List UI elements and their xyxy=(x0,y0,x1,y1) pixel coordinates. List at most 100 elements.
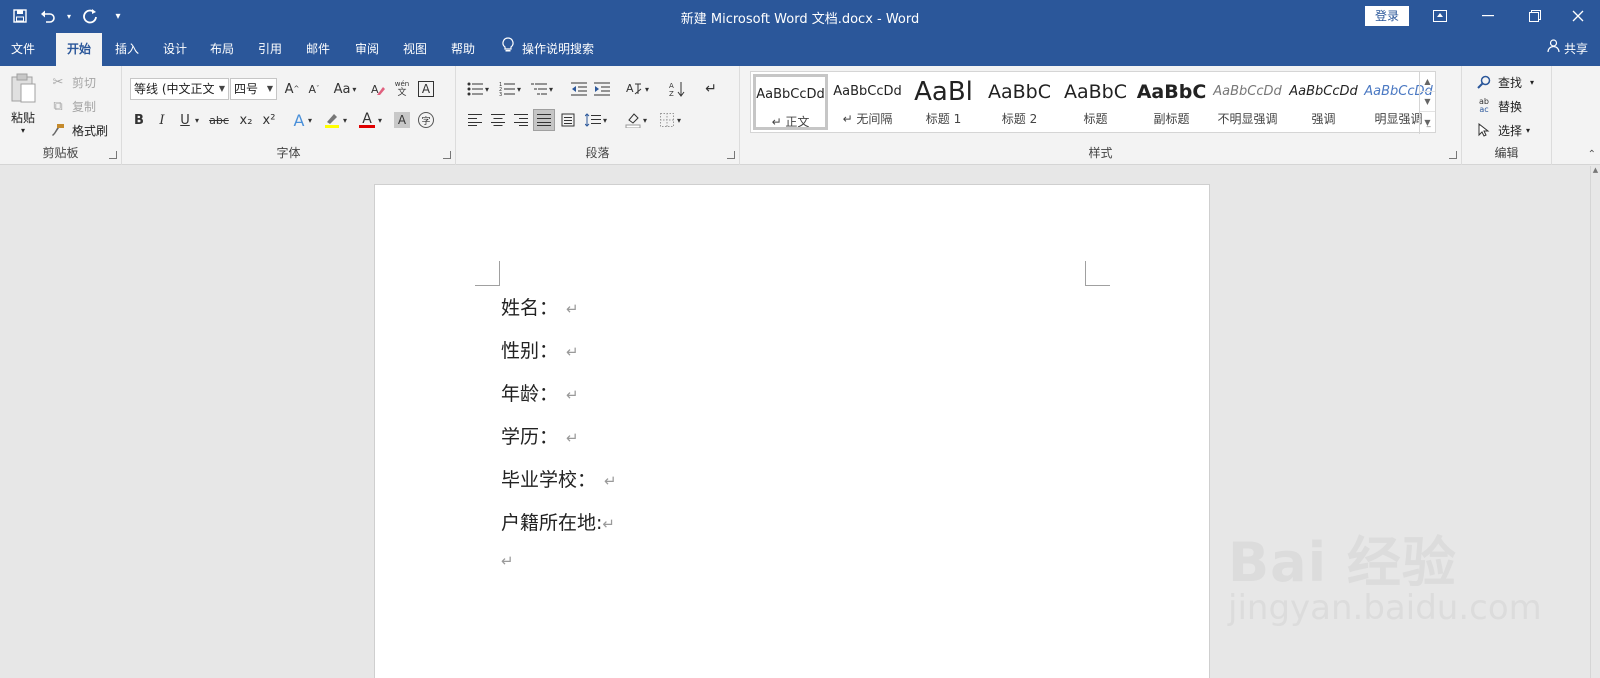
document-line[interactable]: 户籍所在地:↵ xyxy=(501,508,615,535)
document-line[interactable]: ↵ xyxy=(501,549,514,571)
font-launcher-icon[interactable] xyxy=(443,151,451,159)
gallery-more-icon[interactable]: ▼̲ xyxy=(1420,112,1435,132)
styles-launcher-icon[interactable] xyxy=(1449,151,1457,159)
paste-label: 粘贴 xyxy=(10,111,35,125)
tab-design[interactable]: 设计 xyxy=(152,33,198,66)
minimize-icon[interactable] xyxy=(1465,0,1511,32)
document-page[interactable]: 姓名： ↵ 性别： ↵ 年龄： ↵ 学历： ↵ 毕业学校： ↵ 户籍所在地:↵ ↵ xyxy=(374,184,1210,678)
character-shading-icon[interactable]: A xyxy=(391,109,413,131)
document-line[interactable]: 学历： ↵ xyxy=(501,422,579,449)
phonetic-guide-icon[interactable]: wén 文 xyxy=(391,78,413,100)
collapse-ribbon-icon[interactable]: ⌃ xyxy=(1588,149,1596,160)
share-button[interactable]: 共享 xyxy=(1547,33,1588,66)
change-case-icon[interactable]: Aa ▾ xyxy=(329,78,361,100)
style-no-spacing[interactable]: AaBbCcDd ↵ 无间隔 xyxy=(830,74,905,130)
character-border-icon[interactable]: A xyxy=(415,78,437,100)
bold-icon[interactable]: B xyxy=(128,109,150,131)
gallery-up-icon[interactable]: ▲ xyxy=(1420,72,1435,92)
line-spacing-dropdown-icon[interactable]: ▾ xyxy=(600,109,610,131)
tab-home[interactable]: 开始 xyxy=(56,33,102,66)
style-heading-2[interactable]: AaBbC 标题 2 xyxy=(982,74,1057,130)
font-size-dropdown-icon[interactable]: ▼ xyxy=(267,79,273,99)
close-icon[interactable] xyxy=(1556,0,1600,32)
cut-button[interactable]: ✂ 剪切 xyxy=(48,72,96,92)
font-size-combo[interactable]: 四号 ▼ xyxy=(230,78,277,100)
watermark-main: Bai 经验 xyxy=(1228,531,1457,594)
style-preview: AaBbCcDd xyxy=(756,87,825,102)
align-center-icon[interactable] xyxy=(487,109,509,131)
subscript-icon[interactable]: x₂ xyxy=(235,109,257,131)
login-button[interactable]: 登录 xyxy=(1365,6,1409,26)
style-heading-1[interactable]: AaBl 标题 1 xyxy=(906,74,981,130)
align-left-icon[interactable] xyxy=(464,109,486,131)
document-line[interactable]: 毕业学校： ↵ xyxy=(501,465,617,492)
style-subtitle[interactable]: AaBbC 副标题 xyxy=(1134,74,1209,130)
bullets-dropdown-icon[interactable]: ▾ xyxy=(482,78,492,100)
tab-view[interactable]: 视图 xyxy=(392,33,438,66)
strikethrough-icon[interactable]: abc xyxy=(205,109,233,131)
clipboard-launcher-icon[interactable] xyxy=(109,151,117,159)
font-color-dropdown-icon[interactable]: ▾ xyxy=(375,109,385,131)
align-right-icon[interactable] xyxy=(510,109,532,131)
copy-button[interactable]: ⧉ 复制 xyxy=(48,96,96,116)
paste-button[interactable]: 粘贴 ▾ xyxy=(6,72,40,135)
sort-icon[interactable]: AZ xyxy=(666,78,688,100)
underline-dropdown-icon[interactable]: ▾ xyxy=(192,109,202,131)
style-subtle-emphasis[interactable]: AaBbCcDd 不明显强调 xyxy=(1210,74,1285,130)
distributed-icon[interactable] xyxy=(557,109,579,131)
increase-indent-icon[interactable] xyxy=(591,78,613,100)
copy-icon: ⧉ xyxy=(53,98,63,114)
select-dropdown-icon[interactable]: ▾ xyxy=(1526,126,1530,135)
scroll-up-icon[interactable]: ▲ xyxy=(1591,166,1600,174)
restore-icon[interactable] xyxy=(1512,0,1558,32)
enclose-characters-icon[interactable]: 字 xyxy=(415,109,437,131)
font-name-combo[interactable]: 等线 (中文正文 ▼ xyxy=(130,78,229,100)
tab-references[interactable]: 引用 xyxy=(247,33,293,66)
document-line[interactable]: 性别： ↵ xyxy=(501,336,579,363)
ribbon-display-options-icon[interactable] xyxy=(1417,0,1463,32)
style-normal[interactable]: AaBbCcDd ↵ 正文 xyxy=(753,74,828,130)
tell-me-search[interactable]: 操作说明搜索 xyxy=(502,33,594,66)
highlight-dropdown-icon[interactable]: ▾ xyxy=(340,109,350,131)
asian-layout-dropdown-icon[interactable]: ▾ xyxy=(642,78,652,100)
paragraph-launcher-icon[interactable] xyxy=(727,151,735,159)
tab-file[interactable]: 文件 xyxy=(0,33,46,66)
tab-layout[interactable]: 布局 xyxy=(199,33,245,66)
tab-mailings[interactable]: 邮件 xyxy=(295,33,341,66)
show-marks-icon[interactable]: ↵ xyxy=(700,78,722,100)
borders-dropdown-icon[interactable]: ▾ xyxy=(674,109,684,131)
italic-icon[interactable]: I xyxy=(151,109,173,131)
vertical-scrollbar[interactable]: ▲ xyxy=(1590,166,1600,678)
style-name: 标题 xyxy=(1083,112,1108,126)
watermark-url: jingyan.baidu.com xyxy=(1228,588,1542,628)
document-line[interactable]: 年龄： ↵ xyxy=(501,379,579,406)
svg-text:3: 3 xyxy=(499,92,502,96)
shading-dropdown-icon[interactable]: ▾ xyxy=(640,109,650,131)
font-name-dropdown-icon[interactable]: ▼ xyxy=(219,79,225,99)
clear-formatting-icon[interactable]: A xyxy=(367,78,389,100)
document-line[interactable]: 姓名： ↵ xyxy=(501,293,579,320)
superscript-icon[interactable]: x² xyxy=(258,109,280,131)
select-button[interactable]: 选择 ▾ xyxy=(1474,120,1530,140)
tab-review[interactable]: 审阅 xyxy=(344,33,390,66)
justify-icon[interactable] xyxy=(533,109,555,131)
gallery-down-icon[interactable]: ▼ xyxy=(1420,92,1435,112)
enclose-label: 字 xyxy=(418,112,434,128)
format-painter-button[interactable]: 格式刷 xyxy=(48,120,108,140)
tab-insert[interactable]: 插入 xyxy=(104,33,150,66)
grow-font-icon[interactable]: A ^ xyxy=(281,78,303,100)
style-title[interactable]: AaBbC 标题 xyxy=(1058,74,1133,130)
shrink-font-icon[interactable]: Aˇ xyxy=(303,78,325,100)
decrease-indent-icon[interactable] xyxy=(568,78,590,100)
svg-text:Z: Z xyxy=(669,90,674,97)
paste-dropdown-icon[interactable]: ▾ xyxy=(21,127,25,135)
replace-button[interactable]: ab ac 替换 xyxy=(1474,96,1522,116)
multilevel-dropdown-icon[interactable]: ▾ xyxy=(546,78,556,100)
style-emphasis[interactable]: AaBbCcDd 强调 xyxy=(1286,74,1361,130)
find-dropdown-icon[interactable]: ▾ xyxy=(1530,78,1534,87)
tab-help[interactable]: 帮助 xyxy=(440,33,486,66)
text-effects-dropdown-icon[interactable]: ▾ xyxy=(305,109,315,131)
find-button[interactable]: 查找 ▾ xyxy=(1474,72,1534,92)
numbering-dropdown-icon[interactable]: ▾ xyxy=(514,78,524,100)
line-text: 姓名： xyxy=(501,297,559,319)
